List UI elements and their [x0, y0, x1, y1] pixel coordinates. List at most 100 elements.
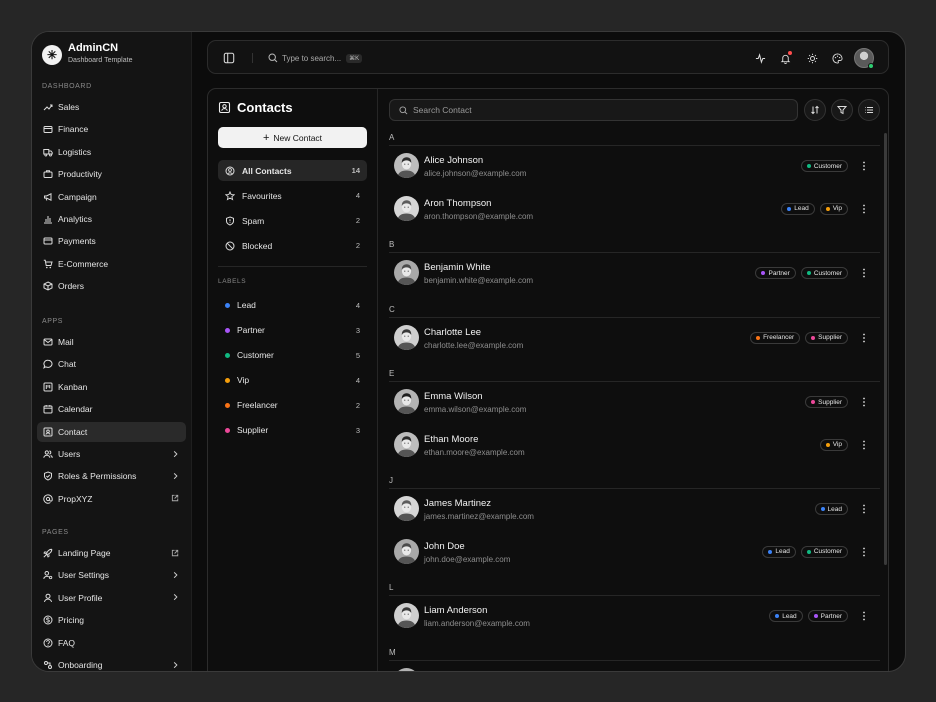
- sun-icon[interactable]: [805, 51, 819, 65]
- sidebar-item-analytics[interactable]: Analytics: [37, 209, 186, 229]
- sidebar-item-contact[interactable]: Contact: [37, 421, 186, 442]
- global-search[interactable]: Type to search... ⌘K: [268, 49, 363, 67]
- label-lead[interactable]: Lead 4: [218, 295, 367, 315]
- label-customer[interactable]: Customer 5: [218, 345, 367, 365]
- contact-row[interactable]: Emma Wilson emma.wilson@example.com Suppli…: [389, 382, 880, 422]
- tag-badge[interactable]: Supplier: [805, 396, 848, 408]
- tag-color-dot: [806, 549, 811, 554]
- more-vertical-icon[interactable]: [861, 267, 867, 279]
- sidebar-item-landing-page[interactable]: Landing Page: [37, 543, 186, 563]
- more-vertical-icon[interactable]: [861, 160, 867, 172]
- sidebar-item-onboarding[interactable]: Onboarding: [37, 655, 186, 671]
- page-title-text: Contacts: [237, 100, 293, 115]
- chevron-right-icon[interactable]: [170, 449, 180, 459]
- sidebar-item-productivity[interactable]: Productivity: [37, 164, 186, 184]
- tag-badge[interactable]: Freelancer: [750, 331, 801, 344]
- external-link-icon[interactable]: [170, 548, 180, 558]
- bell-icon[interactable]: [778, 51, 792, 65]
- tag-badge[interactable]: Lead: [814, 503, 848, 515]
- section-title-pages: PAGES: [42, 529, 69, 536]
- more-vertical-icon[interactable]: [861, 610, 867, 622]
- label-freelancer[interactable]: Freelancer 2: [218, 395, 367, 415]
- sidebar-item-pricing[interactable]: Pricing: [37, 610, 186, 630]
- sidebar-item-payments[interactable]: Payments: [37, 231, 186, 251]
- label-partner[interactable]: Partner 3: [218, 320, 367, 340]
- sidebar-item-logistics[interactable]: Logistics: [37, 142, 186, 162]
- contact-row[interactable]: Charlotte Lee charlotte.lee@example.com Fr…: [389, 318, 880, 358]
- sidebar-item-label: Pricing: [58, 615, 84, 626]
- tag-badge[interactable]: Customer: [800, 160, 848, 172]
- contact-tags: Freelancer Supplier: [745, 331, 848, 344]
- label-supplier[interactable]: Supplier 3: [218, 420, 367, 440]
- tag-badge[interactable]: Customer: [800, 545, 848, 558]
- more-vertical-icon[interactable]: [861, 203, 867, 215]
- sidebar-item-user-settings[interactable]: User Settings: [37, 565, 186, 585]
- sidebar-item-mail[interactable]: Mail: [37, 332, 186, 352]
- contact-row[interactable]: Alice Johnson alice.johnson@example.com Cu…: [389, 146, 880, 186]
- sidebar-item-label: PropXYZ: [58, 493, 93, 504]
- sidebar-item-e-commerce[interactable]: E-Commerce: [37, 254, 186, 274]
- contact-row[interactable]: John Doe john.doe@example.com Lead Customer: [389, 532, 880, 572]
- sidebar-toggle-icon[interactable]: [222, 51, 236, 65]
- brand[interactable]: ✳ AdminCN Dashboard Template: [42, 42, 132, 67]
- more-vertical-icon[interactable]: [861, 396, 867, 408]
- activity-icon[interactable]: [753, 51, 767, 65]
- chevron-right-icon[interactable]: [170, 570, 180, 580]
- filter-all-contacts[interactable]: All Contacts 14: [218, 160, 367, 181]
- filter-blocked[interactable]: Blocked 2: [218, 235, 367, 256]
- label-name: Lead: [237, 300, 256, 310]
- contact-row[interactable]: Benjamin White benjamin.white@example.com…: [389, 253, 880, 293]
- tag-badge[interactable]: Lead: [762, 545, 796, 558]
- contact-row[interactable]: James Martinez james.martinez@example.com…: [389, 489, 880, 529]
- tag-color-dot: [811, 400, 816, 404]
- sidebar-item-campaign[interactable]: Campaign: [37, 187, 186, 207]
- palette-icon[interactable]: [830, 51, 844, 65]
- sidebar-item-sales[interactable]: Sales: [37, 97, 186, 117]
- tag-color-dot: [820, 507, 825, 511]
- sidebar-item-finance[interactable]: Finance: [37, 119, 186, 139]
- more-vertical-icon[interactable]: [861, 439, 867, 451]
- sidebar-item-user-profile[interactable]: User Profile: [37, 588, 186, 608]
- scrollbar[interactable]: [884, 133, 887, 565]
- tag-badge[interactable]: Lead: [769, 610, 803, 622]
- sort-button[interactable]: [804, 99, 826, 121]
- tag-badge[interactable]: Partner: [807, 610, 848, 622]
- label-vip[interactable]: Vip 4: [218, 370, 367, 390]
- more-vertical-icon[interactable]: [861, 503, 867, 515]
- contact-row[interactable]: Liam Anderson liam.anderson@example.com Le…: [389, 596, 880, 636]
- filter-button[interactable]: [831, 99, 853, 121]
- tag-badge[interactable]: Partner: [755, 267, 796, 279]
- sidebar-item-kanban[interactable]: Kanban: [37, 377, 186, 397]
- tag-badge[interactable]: Supplier: [805, 331, 848, 344]
- tag-label: Partner: [768, 269, 790, 277]
- sidebar-item-roles-permissions[interactable]: Roles & Permissions: [37, 466, 186, 486]
- more-vertical-icon[interactable]: [861, 546, 867, 558]
- sidebar-item-faq[interactable]: FAQ: [37, 633, 186, 653]
- sidebar-item-orders[interactable]: Orders: [37, 276, 186, 296]
- view-options-button[interactable]: [858, 99, 880, 121]
- cart-icon: [43, 259, 53, 269]
- avatar: [394, 260, 419, 285]
- filter-spam[interactable]: Spam 2: [218, 210, 367, 231]
- tag-badge[interactable]: Vip: [819, 438, 848, 451]
- new-contact-button[interactable]: + New Contact: [218, 127, 367, 148]
- wallet-icon: [43, 124, 53, 134]
- tag-badge[interactable]: Customer: [800, 267, 848, 279]
- tag-badge[interactable]: Vip: [819, 202, 848, 215]
- chevron-right-icon[interactable]: [170, 660, 180, 670]
- sidebar-item-users[interactable]: Users: [37, 444, 186, 464]
- contact-row[interactable]: [389, 661, 880, 671]
- sidebar-item-chat[interactable]: Chat: [37, 354, 186, 374]
- external-link-icon[interactable]: [170, 494, 180, 504]
- contact-row[interactable]: Ethan Moore ethan.moore@example.com Vip: [389, 425, 880, 465]
- chevron-right-icon[interactable]: [170, 471, 180, 481]
- tag-badge[interactable]: Lead: [781, 202, 815, 215]
- contact-search-input[interactable]: Search Contact: [389, 99, 798, 121]
- sidebar-item-calendar[interactable]: Calendar: [37, 399, 186, 419]
- sidebar-item-propxyz[interactable]: PropXYZ: [37, 489, 186, 509]
- more-vertical-icon[interactable]: [861, 332, 867, 344]
- list-icon: [865, 107, 873, 113]
- filter-favourites[interactable]: Favourites 4: [218, 185, 367, 206]
- chevron-right-icon[interactable]: [170, 593, 180, 603]
- contact-row[interactable]: Aron Thompson aron.thompson@example.com Le…: [389, 189, 880, 229]
